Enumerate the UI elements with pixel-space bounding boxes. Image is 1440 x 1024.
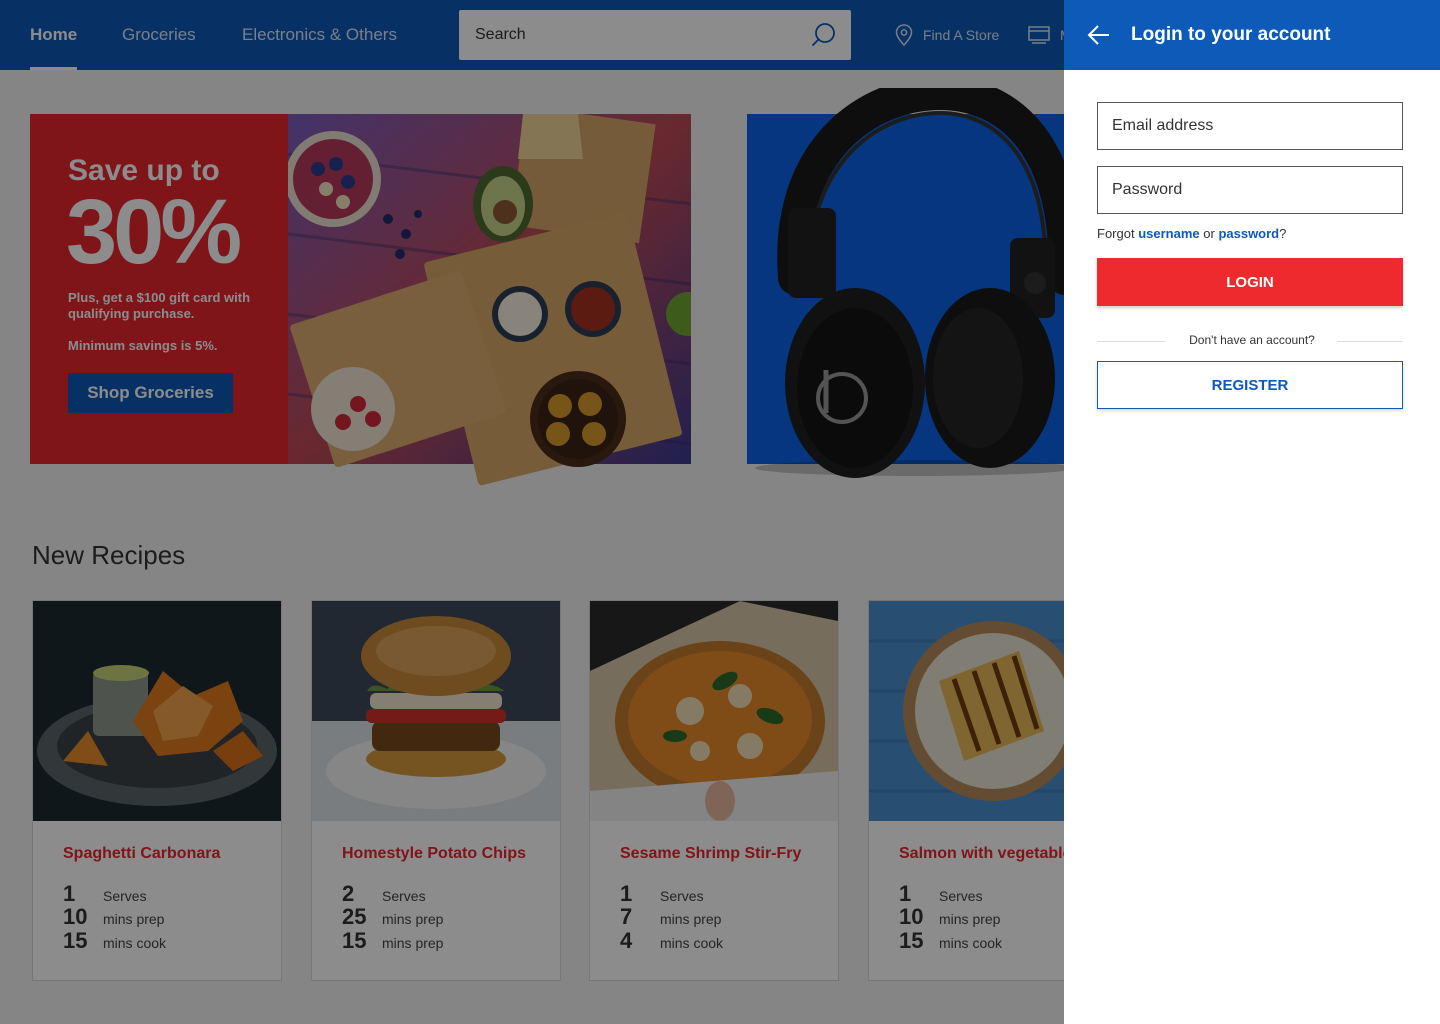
forgot-username-link[interactable]: username — [1138, 226, 1199, 241]
login-drawer: Login to your account Forgot username or… — [1064, 0, 1440, 1024]
forgot-password-link[interactable]: password — [1218, 226, 1279, 241]
modal-backdrop[interactable] — [0, 0, 1064, 1024]
login-drawer-header: Login to your account — [1064, 0, 1440, 70]
forgot-or: or — [1203, 226, 1215, 241]
forgot-suffix: ? — [1279, 226, 1287, 241]
forgot-prefix: Forgot — [1097, 226, 1135, 241]
password-field[interactable] — [1097, 166, 1403, 214]
back-arrow-icon[interactable] — [1086, 22, 1112, 48]
forgot-credentials: Forgot username or password? — [1097, 226, 1286, 241]
login-button[interactable]: LOGIN — [1097, 258, 1403, 306]
divider-right — [1337, 341, 1403, 342]
register-button[interactable]: REGISTER — [1097, 361, 1403, 409]
email-field[interactable] — [1097, 102, 1403, 150]
no-account-text: Don't have an account? — [1189, 333, 1315, 347]
login-title: Login to your account — [1131, 24, 1331, 45]
